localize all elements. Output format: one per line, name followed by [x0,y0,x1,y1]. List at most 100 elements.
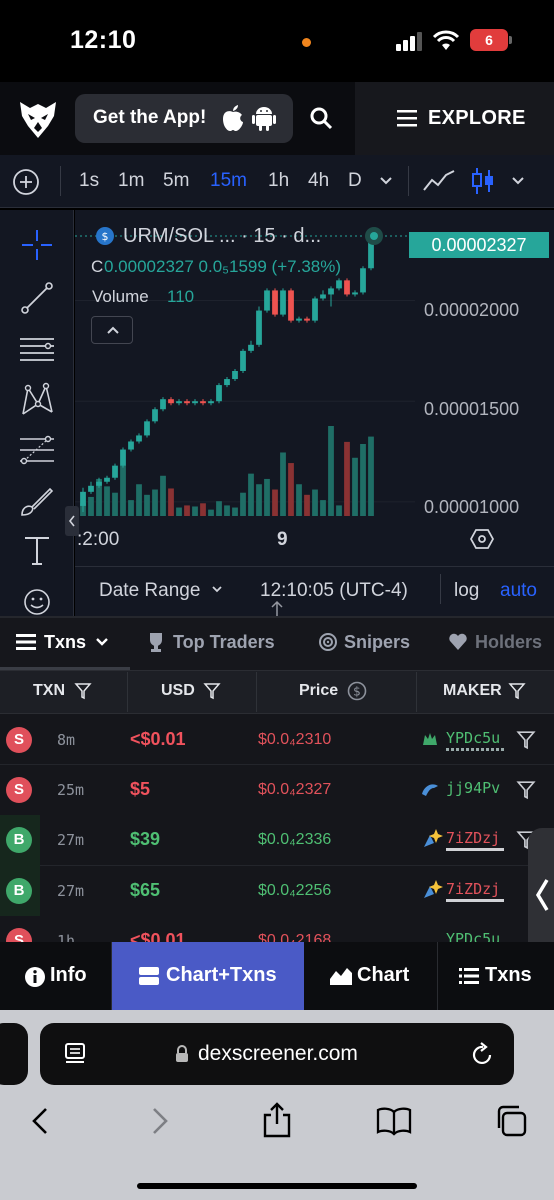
timeframe-1s[interactable]: 1s [79,170,99,192]
chevron-down-icon[interactable] [379,176,393,186]
volume-bar [168,488,174,516]
tabs-icon[interactable] [494,1104,528,1138]
volume-bar [368,436,374,516]
volume-bar [200,503,206,516]
txn-type-badge: S [6,727,32,753]
bookmarks-icon[interactable] [376,1106,412,1136]
timezone-time[interactable]: 12:10:05 (UTC-4) [260,580,408,602]
candle-body [88,485,94,492]
forward-icon[interactable] [150,1106,170,1136]
share-icon[interactable] [261,1101,293,1139]
url-text[interactable]: dexscreener.com [198,1042,358,1066]
tab-holders[interactable]: Holders [475,632,542,653]
candle-body [200,401,206,404]
toolbar-divider [60,166,61,196]
reload-icon[interactable] [471,1041,495,1067]
timeframe-5m[interactable]: 5m [163,170,189,192]
info-icon [25,967,45,987]
txn-maker[interactable]: 7iZDzj [446,829,500,847]
volume-bar [304,494,310,516]
back-icon[interactable] [30,1106,50,1136]
txn-usd: <$0.01 [130,729,186,749]
maker-underline [446,848,504,851]
crosshair-icon[interactable] [20,228,54,262]
timeframe-4h[interactable]: 4h [308,170,329,192]
txn-age: 27m [57,882,85,900]
pattern-icon[interactable] [18,382,56,418]
date-range-button[interactable]: Date Range [99,580,200,602]
filter-icon[interactable] [516,730,536,750]
settings-hexagon-icon[interactable] [470,528,494,550]
candle-body [208,401,214,404]
candle-body [224,379,230,386]
timeframe-d[interactable]: D [348,170,362,192]
previous-tab-pill[interactable] [0,1023,28,1085]
tab-snipers[interactable]: Snipers [344,632,410,653]
menu-icon [397,110,417,127]
column-usd: USD [161,682,195,699]
candle-body [136,435,142,442]
column-maker: MAKER [443,682,502,699]
candles-icon[interactable] [470,166,496,196]
column-txn: TXN [33,682,65,699]
search-icon[interactable] [309,106,333,130]
trend-line-icon[interactable] [20,281,54,315]
line-chart-icon[interactable] [422,168,456,194]
txn-age: 25m [57,781,85,799]
volume-bar [112,492,118,516]
reader-icon[interactable] [64,1042,86,1066]
log-scale-toggle[interactable]: log [454,580,479,602]
candle-body [256,310,262,345]
candle-body [160,399,166,410]
candle-body [144,421,150,436]
chevron-down-icon[interactable] [211,585,223,594]
live-dot-icon [365,227,383,245]
tab-txns[interactable]: Txns [44,632,86,653]
txn-usd: $5 [130,779,151,799]
column-divider [256,672,257,712]
candle-body [80,491,86,506]
x-axis-label: :2:00 [77,529,120,550]
filter-icon[interactable] [203,682,221,700]
tab-top-traders[interactable]: Top Traders [173,632,275,653]
wifi-icon [432,30,460,50]
list-icon [16,634,36,650]
add-indicator-icon[interactable] [12,168,40,196]
timeframe-1m[interactable]: 1m [118,170,144,192]
chevron-down-icon[interactable] [511,176,525,186]
timeframe-1h[interactable]: 1h [268,170,289,192]
filter-icon[interactable] [508,682,526,700]
brush-icon[interactable] [18,485,56,519]
filter-icon[interactable] [74,682,92,700]
nav-divider [437,942,438,1010]
candle-body [104,477,110,482]
text-tool-icon[interactable] [22,535,52,567]
timeframe-15m[interactable]: 15m [210,170,247,192]
emoji-icon[interactable] [22,587,52,615]
currency-toggle-icon[interactable]: $ [347,681,367,701]
txn-maker[interactable]: YPDc5u [446,729,500,747]
txn-maker[interactable]: 7iZDzj [446,880,500,898]
txn-usd: $39 [130,829,161,849]
chevron-left-icon [535,879,549,911]
fib-tool-icon[interactable] [18,433,56,467]
candle-body [280,290,286,315]
candle-body [344,280,350,295]
auto-scale-toggle[interactable]: auto [500,580,537,602]
maker-underline [446,899,504,902]
nav-info-button[interactable]: Info [50,964,87,987]
candle-body [112,465,118,478]
txn-maker[interactable]: jj94Pv [446,779,500,797]
nav-chart-button[interactable]: Chart [357,964,409,987]
candle-body [336,280,342,289]
filter-icon[interactable] [516,780,536,800]
nav-txns-button[interactable]: Txns [485,964,532,987]
svg-text:$: $ [353,685,361,699]
horizontal-lines-icon[interactable] [18,333,56,367]
collapse-legend-button[interactable] [91,316,133,344]
last-price-tag: 0.00002327 [409,232,549,258]
solana-token-icon: $ [96,227,114,245]
candle-body [120,449,126,466]
dexscreener-logo-icon[interactable] [16,98,60,142]
chevron-down-icon[interactable] [95,637,109,647]
